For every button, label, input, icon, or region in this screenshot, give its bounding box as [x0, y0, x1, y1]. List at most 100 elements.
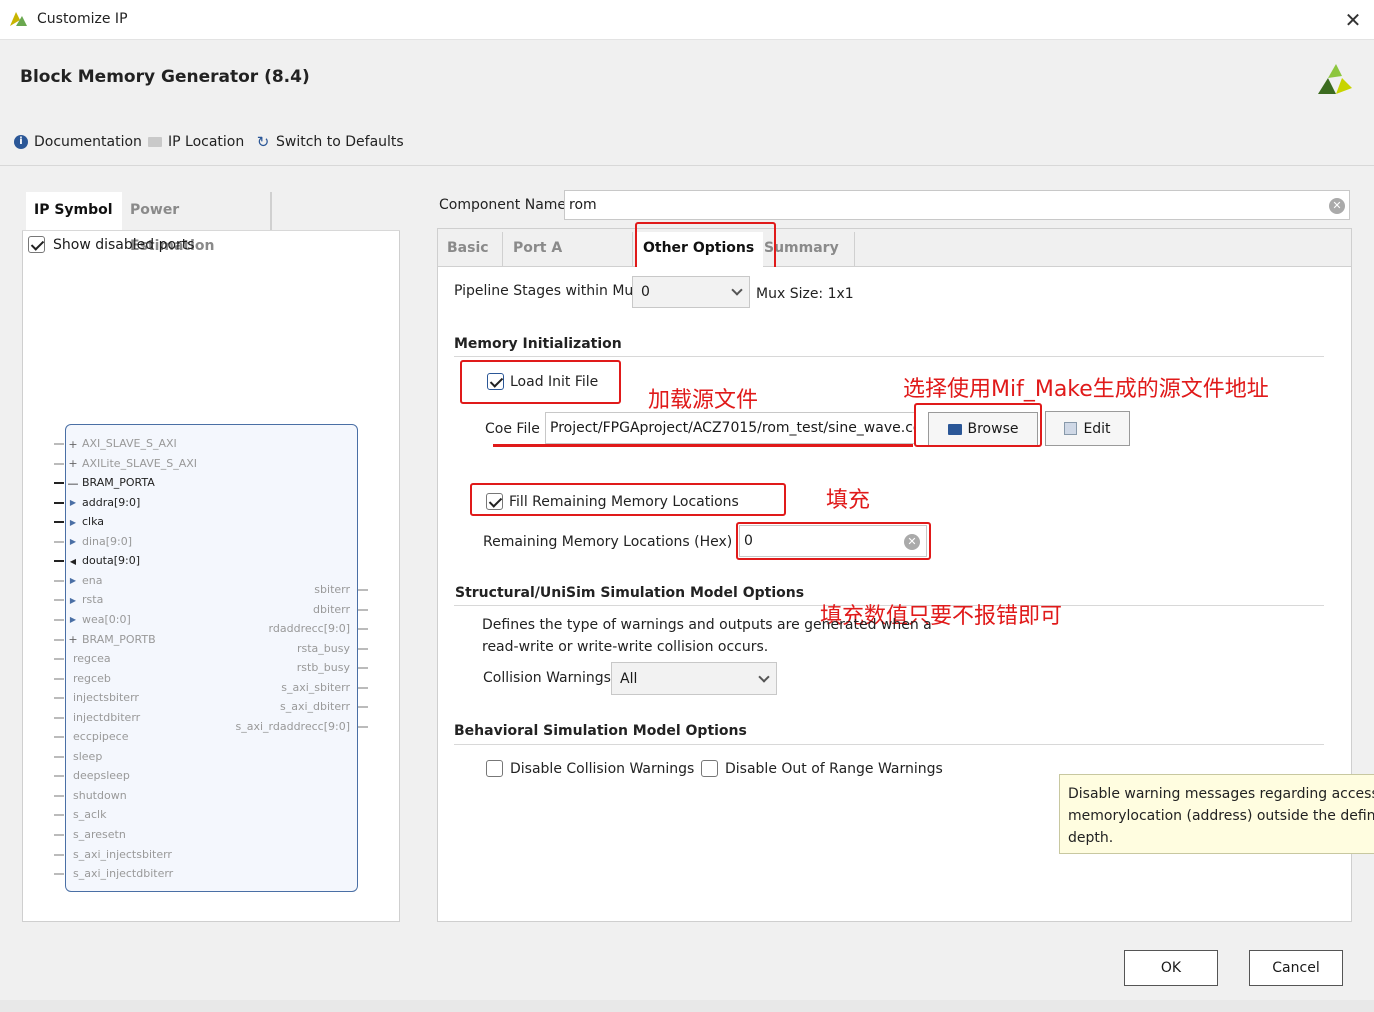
symbol-port-left: — BRAM_PORTA	[54, 476, 155, 490]
port-stub	[358, 647, 368, 650]
clear-icon[interactable]: ✕	[1329, 198, 1345, 214]
symbol-port-label: s_aclk	[73, 808, 107, 822]
edit-icon	[1064, 422, 1078, 435]
chevron-down-icon	[758, 670, 770, 683]
port-stub	[54, 716, 64, 719]
cancel-button[interactable]: Cancel	[1249, 950, 1343, 986]
annotation-choose-path: 选择使用Mif_Make生成的源文件地址	[903, 377, 1269, 402]
arrow-right-icon: ▶	[69, 576, 77, 586]
disable-range-checkbox[interactable]: Disable Out of Range Warnings	[701, 760, 943, 777]
annotation-fill: 填充	[826, 488, 871, 513]
tab-port-a-options[interactable]: Port A Options	[505, 232, 633, 288]
pipeline-stages-select[interactable]: 0	[632, 276, 750, 308]
port-stub	[54, 873, 64, 876]
annotation-box-browse	[914, 403, 1042, 447]
coe-file-label: Coe File	[485, 421, 540, 437]
port-stub	[54, 755, 64, 758]
annotation-load-source: 加载源文件	[648, 388, 759, 413]
tooltip-line: depth.	[1068, 830, 1114, 846]
checkbox-unchecked-icon	[701, 760, 718, 777]
port-stub	[54, 736, 64, 739]
symbol-port-label: sbiterr	[314, 583, 350, 596]
coe-file-value: Project/FPGAproject/ACZ7015/rom_test/sin…	[550, 420, 915, 436]
symbol-port-right: s_axi_sbiterr	[281, 681, 368, 695]
vivado-logo-icon	[10, 12, 27, 26]
tab-ip-symbol[interactable]: IP Symbol	[26, 192, 122, 230]
structural-heading: Structural/UniSim Simulation Model Optio…	[455, 585, 805, 601]
tooltip-line: Disable warning messages regarding acces…	[1068, 786, 1374, 802]
symbol-port-label: eccpipece	[73, 730, 129, 744]
symbol-port-left: sleep	[54, 750, 102, 764]
documentation-label: Documentation	[34, 134, 142, 150]
close-button[interactable]: ✕	[1338, 6, 1368, 34]
symbol-port-left: + BRAM_PORTB	[54, 633, 156, 647]
arrow-right-icon: ▶	[69, 498, 77, 508]
symbol-port-left: ▶ addra[9:0]	[54, 496, 140, 510]
component-name-input[interactable]: rom	[564, 190, 1350, 220]
symbol-port-label: rsta	[82, 593, 104, 607]
disable-collision-checkbox[interactable]: Disable Collision Warnings	[486, 760, 694, 777]
refresh-icon: ↻	[256, 133, 270, 151]
window-title: Customize IP	[37, 11, 128, 27]
port-stub	[358, 608, 368, 611]
structural-desc-line2: read-write or write-write collision occu…	[482, 639, 769, 655]
switch-defaults-link[interactable]: ↻ Switch to Defaults	[256, 132, 404, 152]
tab-basic[interactable]: Basic	[439, 232, 503, 266]
show-disabled-ports-checkbox[interactable]: Show disabled ports	[28, 236, 195, 253]
symbol-port-label: s_axi_injectsbiterr	[73, 847, 172, 861]
symbol-port-right: rstb_busy	[297, 661, 368, 675]
minus-icon: —	[67, 476, 79, 490]
tooltip: Disable warning messages regarding acces…	[1059, 774, 1374, 854]
show-disabled-ports-label: Show disabled ports	[53, 236, 195, 253]
symbol-port-left: ▶ wea[0:0]	[54, 613, 131, 627]
collision-warnings-value: All	[620, 670, 638, 687]
ip-location-link[interactable]: IP Location	[148, 132, 244, 152]
xilinx-brand-icon	[1318, 64, 1352, 94]
symbol-port-label: regcea	[73, 652, 111, 666]
pipeline-stages-label: Pipeline Stages within Mux	[454, 283, 642, 299]
edit-label: Edit	[1083, 420, 1111, 437]
ip-title: Block Memory Generator (8.4)	[20, 67, 310, 87]
symbol-port-label: dina[9:0]	[82, 534, 133, 548]
symbol-port-left: eccpipece	[54, 730, 128, 744]
symbol-port-left: s_aresetn	[54, 828, 126, 842]
collision-warnings-select[interactable]: All	[611, 662, 777, 695]
port-stub	[358, 628, 368, 630]
info-icon: i	[14, 135, 28, 149]
edit-button[interactable]: Edit	[1045, 411, 1130, 446]
port-stub	[54, 853, 64, 856]
divider	[454, 744, 1324, 745]
disable-range-label: Disable Out of Range Warnings	[725, 760, 943, 777]
symbol-port-label: wea[0:0]	[82, 612, 131, 626]
tooltip-line: memorylocation (address) outside the def…	[1068, 808, 1374, 824]
arrow-right-icon: ▶	[69, 615, 77, 625]
window-bottom-edge	[0, 1000, 1374, 1012]
port-stub	[54, 677, 64, 680]
symbol-port-left: ▶ clka	[54, 515, 104, 529]
symbol-port-label: rdaddrecc[9:0]	[268, 622, 350, 635]
tab-power-estimation[interactable]: Power Estimation	[122, 192, 272, 254]
symbol-port-label: s_axi_sbiterr	[281, 680, 350, 694]
load-init-file-checkbox[interactable]: Load Init File	[487, 373, 598, 390]
documentation-link[interactable]: i Documentation	[14, 132, 142, 152]
tab-summary[interactable]: Summary	[765, 232, 855, 266]
mux-size-text: Mux Size: 1x1	[756, 286, 854, 302]
port-stub	[54, 462, 64, 465]
ok-label: OK	[1160, 960, 1182, 976]
ok-button[interactable]: OK	[1124, 950, 1218, 986]
fill-remaining-checkbox[interactable]: Fill Remaining Memory Locations	[486, 493, 739, 510]
component-name-label: Component Name	[439, 197, 567, 213]
structural-desc-line1: Defines the type of warnings and outputs…	[482, 617, 932, 633]
port-stub	[54, 794, 64, 797]
symbol-port-left: ▶ ena	[54, 574, 102, 588]
checkbox-checked-icon	[487, 373, 504, 390]
coe-file-input[interactable]: Project/FPGAproject/ACZ7015/rom_test/sin…	[545, 412, 915, 444]
symbol-port-label: ena	[82, 573, 103, 587]
symbol-port-right: s_axi_rdaddrecc[9:0]	[236, 720, 368, 734]
port-stub	[358, 706, 368, 708]
symbol-port-left: + AXILite_SLAVE_S_AXI	[54, 457, 197, 471]
arrow-right-icon: ▶	[69, 517, 77, 527]
port-stub	[54, 775, 64, 778]
remaining-memory-label: Remaining Memory Locations (Hex)	[483, 534, 733, 550]
arrow-left-icon: ◀	[69, 556, 77, 566]
